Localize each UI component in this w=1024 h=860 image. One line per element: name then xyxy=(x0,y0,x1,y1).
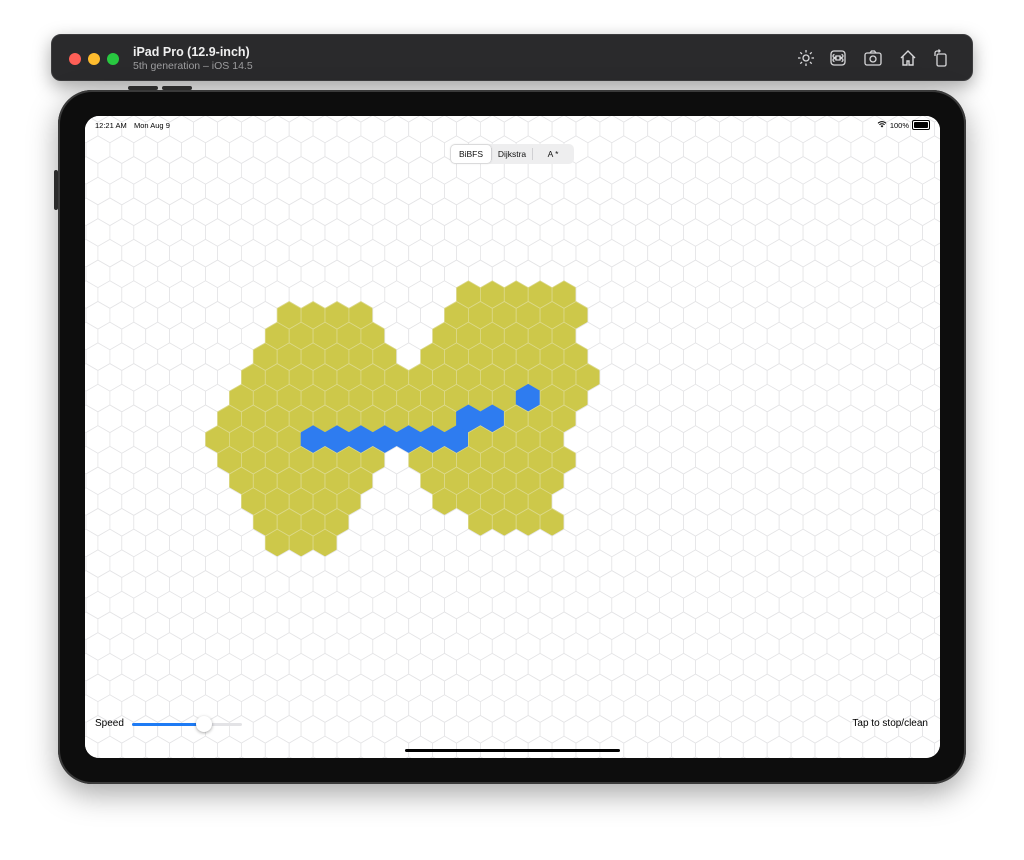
battery-icon xyxy=(912,120,930,130)
top-button-left xyxy=(128,86,158,90)
home-indicator xyxy=(405,749,620,752)
screenshot-icon[interactable] xyxy=(862,47,884,69)
brightness-icon[interactable] xyxy=(795,47,817,69)
zoom-window-button[interactable] xyxy=(107,53,119,65)
speed-slider-fill xyxy=(132,723,204,726)
status-time: 12:21 AM xyxy=(95,121,127,130)
simulator-title: iPad Pro (12.9-inch) xyxy=(133,45,250,59)
top-button-right xyxy=(162,86,192,90)
wifi-icon xyxy=(877,120,887,130)
minimize-window-button[interactable] xyxy=(88,53,100,65)
battery-percentage: 100% xyxy=(889,120,909,130)
device-screen: 12:21 AM Mon Aug 9 100% BiBFS Dijkstra A… xyxy=(85,116,940,758)
rotate-icon[interactable] xyxy=(930,47,952,69)
stop-clean-button[interactable]: Tap to stop/clean xyxy=(852,718,928,729)
hex-grid[interactable] xyxy=(85,116,940,758)
segment-dijkstra[interactable]: Dijkstra xyxy=(492,145,532,163)
volume-button xyxy=(54,170,58,210)
command-icon[interactable] xyxy=(827,47,849,69)
status-date: Mon Aug 9 xyxy=(134,121,170,130)
algorithm-segmented-control[interactable]: BiBFS Dijkstra A * xyxy=(450,144,574,164)
simulator-toolbar: iPad Pro (12.9-inch) 5th generation – iO… xyxy=(51,34,973,81)
status-bar: 12:21 AM Mon Aug 9 100% xyxy=(85,116,940,134)
segment-a-star[interactable]: A * xyxy=(533,145,573,163)
close-window-button[interactable] xyxy=(69,53,81,65)
speed-label: Speed xyxy=(95,718,124,729)
speed-slider-thumb[interactable] xyxy=(195,716,212,732)
simulator-subtitle: 5th generation – iOS 14.5 xyxy=(133,60,253,72)
home-icon[interactable] xyxy=(897,47,919,69)
speed-slider[interactable] xyxy=(132,723,242,726)
segment-bibfs[interactable]: BiBFS xyxy=(451,145,491,163)
